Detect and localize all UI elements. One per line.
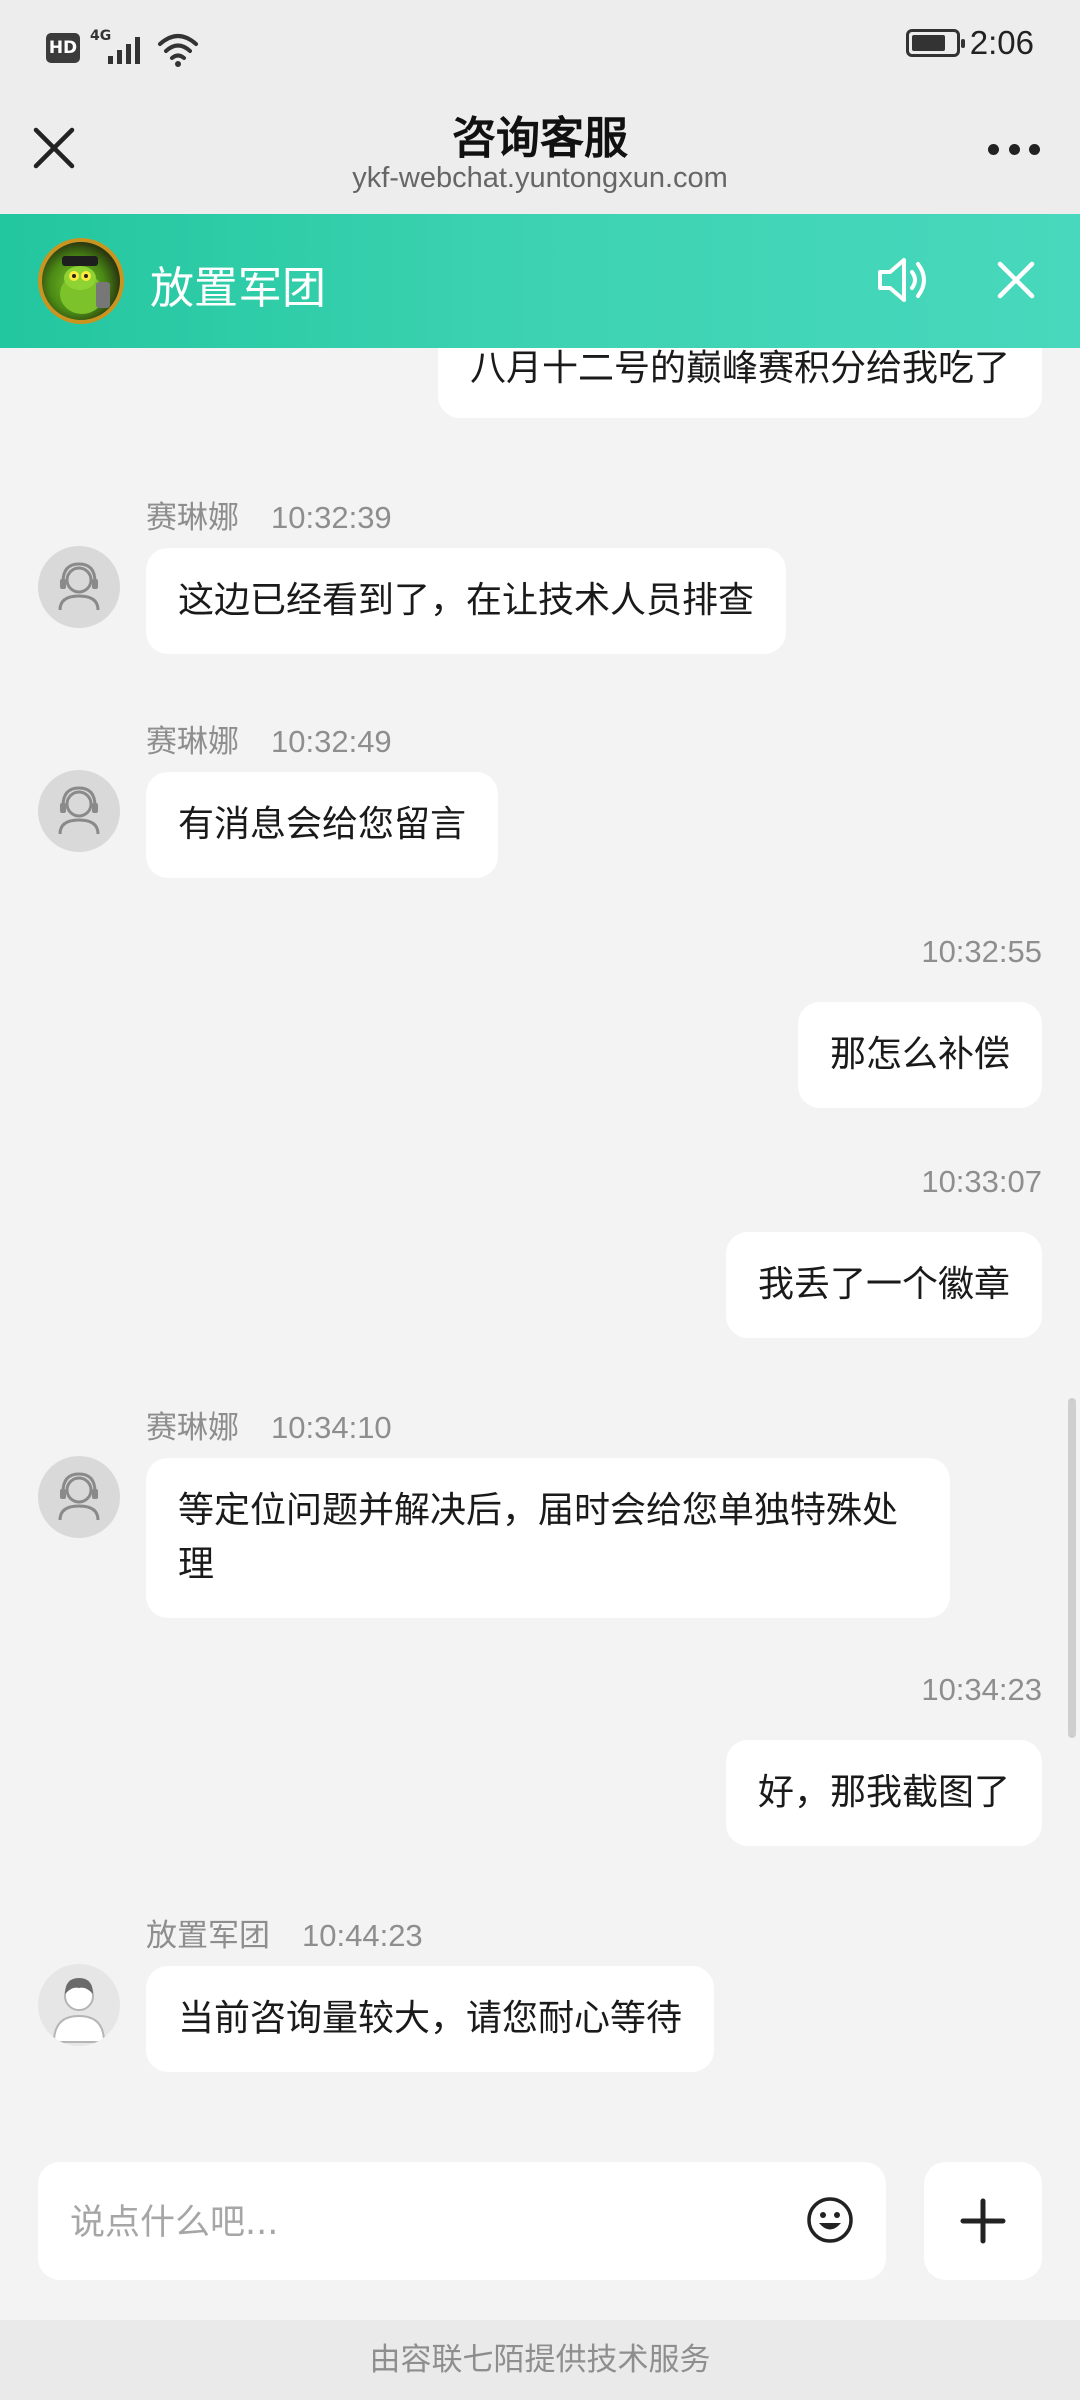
sender-name: 放置军团 [146,1918,270,1954]
message-input[interactable]: 说点什么吧... [38,2162,886,2280]
sender-name: 赛琳娜 [146,1410,239,1446]
message-bubble-received: 等定位问题并解决后，届时会给您单独特殊处理 [146,1458,950,1618]
page-url: ykf-webchat.yuntongxun.com [352,162,728,194]
chat-list[interactable]: 八月十二号的巅峰赛积分给我吃了 赛琳娜 10:32:39 这边已经看到了，在让技术… [0,348,1080,2160]
message-bubble-received: 当前咨询量较大，请您耐心等待 [146,1966,715,2072]
message-meta: 赛琳娜 10:34:10 [146,1402,392,1447]
message-bubble-sent: 八月十二号的巅峰赛积分给我吃了 [437,348,1042,418]
message-time: 10:32:55 [921,934,1042,969]
agent-avatar [38,770,120,852]
hd-badge: HD [46,33,80,63]
sender-name: 赛琳娜 [146,500,239,536]
agent-avatar [38,546,120,628]
message-time: 10:32:39 [271,500,392,535]
plus-icon [960,2198,1006,2244]
bot-avatar [38,1964,120,2046]
game-avatar [38,238,124,324]
message-bubble-sent: 好，那我截图了 [725,1740,1042,1846]
message-meta: 赛琳娜 10:32:39 [146,492,392,537]
sender-name: 赛琳娜 [146,724,239,760]
banner-close-icon[interactable] [994,258,1038,302]
message-time: 10:34:23 [921,1672,1042,1707]
title-bar: 咨询客服 ykf-webchat.yuntongxun.com [0,96,1080,214]
input-placeholder: 说点什么吧... [70,2203,279,2243]
message-bubble-received: 有消息会给您留言 [146,772,499,878]
agent-avatar [38,1456,120,1538]
message-meta: 放置军团 10:44:23 [146,1910,423,1955]
message-bubble-received: 这边已经看到了，在让技术人员排查 [146,548,787,654]
emoji-icon[interactable] [806,2196,854,2244]
add-attachment-button[interactable] [924,2162,1042,2280]
banner-title: 放置军团 [150,263,326,314]
battery-icon [905,29,965,57]
game-banner: 放置军团 [0,214,1080,348]
status-right: 2:06 [905,24,1034,62]
powered-by-footer: 由容联七陌提供技术服务 [0,2320,1080,2400]
wifi-icon [158,34,198,67]
composer-bar: 说点什么吧... [0,2160,1080,2320]
message-bubble-sent: 那怎么补偿 [797,1002,1042,1108]
chat-scrollbar[interactable] [1068,1398,1076,1738]
message-time: 10:33:07 [921,1164,1042,1199]
signal-icon: 4G [90,28,146,68]
status-left: HD 4G [46,28,200,68]
message-time: 10:32:49 [271,724,392,759]
status-bar: HD 4G 2:06 [0,0,1080,96]
status-time: 2:06 [969,24,1034,61]
page-title: 咨询客服 [452,113,628,164]
message-time: 10:44:23 [302,1918,423,1953]
message-time: 10:34:10 [271,1410,392,1445]
speaker-icon[interactable] [874,254,930,306]
more-options-icon[interactable] [988,142,1040,156]
message-meta: 赛琳娜 10:32:49 [146,716,392,761]
message-bubble-sent: 我丢了一个徽章 [725,1232,1042,1338]
